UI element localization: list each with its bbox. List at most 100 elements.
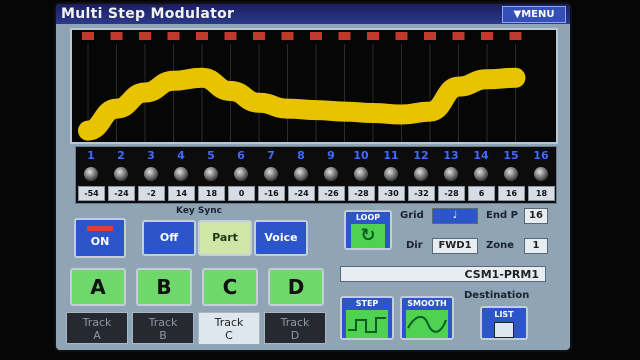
step-knob-icon[interactable] [174,167,188,181]
key-sync-voice-button[interactable]: Voice [254,220,308,256]
step-marker [82,32,94,40]
step-column-4: 4 14 [166,147,196,203]
tab-track-b[interactable]: Track B [132,312,194,344]
step-column-15: 15 16 [496,147,526,203]
step-column-7: 7 -16 [256,147,286,203]
step-marker [224,32,237,40]
step-marker [110,32,123,40]
step-value[interactable]: 16 [498,186,525,201]
step-marker [167,32,180,40]
zone-label: Zone [486,240,515,251]
section-a-button[interactable]: A [70,268,126,306]
dir-field[interactable]: FWD1 [432,238,478,254]
left-panel: ON Key Sync Off Part Voice A B C D Track… [66,206,330,344]
step-value[interactable]: -24 [288,186,315,201]
step-knob-icon[interactable] [504,167,518,181]
step-column-3: 3 -2 [136,147,166,203]
menu-button[interactable]: ▼MENU [502,6,566,23]
step-number: 2 [117,149,125,162]
step-value[interactable]: -2 [138,186,165,201]
step-marker [281,32,294,40]
on-button[interactable]: ON [74,218,126,258]
step-wave-icon [346,310,388,338]
step-marker [395,32,408,40]
destination-list-button[interactable]: LIST [480,306,528,340]
key-sync-part-button[interactable]: Part [198,220,252,256]
step-value[interactable]: 0 [228,186,255,201]
zone-field[interactable]: 1 [524,238,548,254]
step-knob-icon[interactable] [234,167,248,181]
key-sync-label: Key Sync [176,206,223,216]
step-marker [481,32,493,40]
step-number: 1 [87,149,95,162]
step-knob-icon[interactable] [534,167,548,181]
grid-field[interactable]: ♩ [432,208,478,224]
step-knob-icon[interactable] [444,167,458,181]
modulation-wave [78,67,526,141]
step-value[interactable]: -24 [108,186,135,201]
step-knob-icon[interactable] [324,167,338,181]
step-value[interactable]: -32 [408,186,435,201]
program-name-field[interactable]: CSM1-PRM1 [340,266,546,282]
step-number: 4 [177,149,185,162]
step-value[interactable]: 18 [198,186,225,201]
step-button[interactable]: STEP [340,296,394,340]
step-number: 11 [383,149,399,162]
section-b-button[interactable]: B [136,268,192,306]
step-value[interactable]: -54 [78,186,105,201]
loop-label: LOOP [355,213,381,222]
step-marker [452,32,465,40]
end-p-field[interactable]: 16 [524,208,548,224]
step-value[interactable]: 6 [468,186,495,201]
step-number: 12 [413,149,429,162]
step-number: 9 [327,149,335,162]
step-value[interactable]: -26 [318,186,345,201]
step-value[interactable]: 14 [168,186,195,201]
step-knob-icon[interactable] [474,167,488,181]
step-knob-row: 1 -54 2 -24 3 -2 4 14 5 18 6 0 7 -16 8 -24 9 -26 10 -28 11 -3… [75,146,557,204]
step-knob-icon[interactable] [354,167,368,181]
step-knob-icon[interactable] [414,167,428,181]
step-column-13: 13 -28 [436,147,466,203]
step-number: 3 [147,149,155,162]
tab-track-a[interactable]: Track A [66,312,128,344]
step-knob-icon[interactable] [114,167,128,181]
step-value[interactable]: -28 [438,186,465,201]
step-number: 6 [237,149,245,162]
tab-track-c-line1: Track [214,316,244,329]
step-value[interactable]: -28 [348,186,375,201]
step-knob-icon[interactable] [84,167,98,181]
on-label: ON [90,235,110,248]
step-value[interactable]: -30 [378,186,405,201]
step-value[interactable]: -16 [258,186,285,201]
tab-track-a-line2: A [93,329,101,342]
tab-track-d[interactable]: Track D [264,312,326,344]
step-column-16: 16 18 [526,147,556,203]
step-number: 16 [533,149,549,162]
step-knob-icon[interactable] [204,167,218,181]
list-icon [494,322,514,338]
track-tabs: Track A Track B Track C Track D [66,312,330,344]
smooth-button[interactable]: SMOOTH [400,296,454,340]
step-graph[interactable] [70,28,558,144]
step-knob-icon[interactable] [144,167,158,181]
step-knob-icon[interactable] [264,167,278,181]
step-number: 5 [207,149,215,162]
step-value[interactable]: 18 [528,186,555,201]
step-knob-icon[interactable] [384,167,398,181]
destination-label: Destination [464,290,530,301]
right-panel: LOOP ↻ Grid ♩ End P 16 Dir FWD1 Zone 1 C… [338,208,566,344]
step-knob-icon[interactable] [294,167,308,181]
step-marker [509,32,522,40]
step-number: 10 [353,149,369,162]
section-d-button[interactable]: D [268,268,324,306]
step-column-2: 2 -24 [106,147,136,203]
loop-button[interactable]: LOOP ↻ [344,210,392,250]
step-number: 14 [473,149,489,162]
step-marker [196,32,208,40]
step-marker [253,32,265,40]
key-sync-off-button[interactable]: Off [142,220,196,256]
section-c-button[interactable]: C [202,268,258,306]
tab-track-c[interactable]: Track C [198,312,260,344]
dir-label: Dir [406,240,423,251]
